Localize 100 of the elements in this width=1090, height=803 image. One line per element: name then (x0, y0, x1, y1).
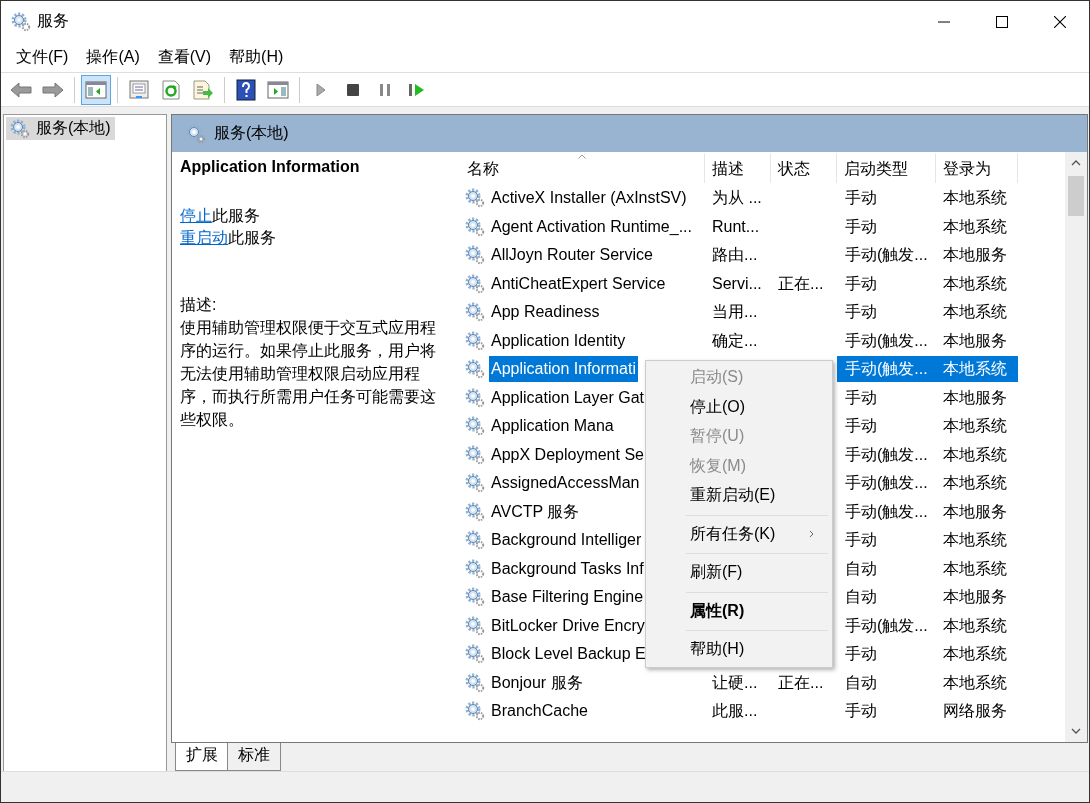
menu-item[interactable]: 帮助(H) (646, 635, 832, 665)
gear-icon (10, 118, 30, 139)
menu-item[interactable]: 重新启动(E) (646, 481, 832, 511)
column-header[interactable]: 名称 (460, 153, 705, 183)
tree-item[interactable]: 服务(本地) (6, 117, 115, 140)
scroll-up-icon[interactable] (1071, 160, 1081, 166)
table-cell-text: 正在... (778, 273, 824, 294)
scroll-down-icon[interactable] (1071, 728, 1081, 734)
sheet-icon (128, 79, 150, 100)
column-header[interactable]: 启动类型 (837, 153, 936, 183)
gear-icon (465, 587, 485, 608)
table-cell[interactable]: App Readiness (489, 299, 602, 326)
table-cell-text: 手动(触发... (844, 444, 929, 465)
resume-icon (408, 81, 426, 98)
refresh-icon (160, 79, 182, 100)
table-cell: 本地系统 (936, 356, 1018, 383)
table-cell[interactable]: Bonjour 服务 (489, 669, 585, 696)
table-cell[interactable]: ActiveX Installer (AxInstSV) (489, 185, 689, 212)
table-cell[interactable]: AVCTP 服务 (489, 498, 582, 525)
column-header[interactable]: 描述 (705, 153, 771, 183)
tab[interactable]: 扩展 (175, 743, 229, 771)
description-text: 使用辅助管理权限便于交互式应用程序的运行。如果停止此服务，用户将无法使用辅助管理权限启动应用程序，而执行所需用户任务可能需要这些权限。 (180, 318, 437, 430)
action-link[interactable]: 重启动 (180, 229, 228, 246)
gear-icon (186, 123, 206, 144)
table-cell[interactable]: Application Layer Gat (489, 384, 646, 411)
gear-icon (465, 387, 485, 408)
scrollbar[interactable] (1065, 152, 1087, 742)
table-cell[interactable]: Application Identity (489, 327, 628, 354)
gear-icon (465, 273, 485, 294)
table-cell-text: 手动 (844, 416, 878, 437)
table-cell-text: 手动 (844, 701, 878, 722)
table-cell[interactable]: Agent Activation Runtime_... (489, 213, 694, 240)
table-cell[interactable]: Background Intelliger (489, 527, 644, 554)
gear-icon (465, 558, 485, 579)
table-cell-text: 自动 (844, 558, 878, 579)
table-cell-text: 手动 (844, 530, 878, 551)
table-cell[interactable]: BranchCache (489, 698, 590, 725)
action-text: 停止此服务 (180, 206, 260, 226)
table-cell-text: 本地系统 (942, 473, 1008, 494)
gear-icon (465, 245, 485, 266)
right-arrow-icon (42, 80, 64, 99)
menu-item[interactable]: 属性(R) (646, 596, 832, 626)
table-cell[interactable]: Application Informati (489, 356, 638, 383)
gear-icon (465, 701, 485, 722)
maximize-icon[interactable] (996, 15, 1008, 28)
menu-item[interactable]: 所有任务(K) (646, 519, 832, 549)
close-icon[interactable] (1054, 15, 1066, 28)
table-cell-text: 本地系统 (942, 530, 1008, 551)
column-header[interactable]: 登录为 (936, 153, 1018, 183)
menu-item[interactable]: 文件(F) (7, 46, 78, 68)
menu-item[interactable]: 查看(V) (148, 46, 221, 68)
menu-item[interactable]: 停止(O) (646, 392, 832, 422)
table-cell-text: 本地服务 (942, 501, 1008, 522)
table-cell-text: 自动 (844, 672, 878, 693)
table-cell-text: 手动 (844, 188, 878, 209)
table-cell[interactable]: Background Tasks Inf (489, 555, 646, 582)
table-cell-text: 本地系统 (942, 672, 1008, 693)
table-cell-text: 路由... (712, 245, 758, 266)
table-cell[interactable]: Application Mana (489, 413, 616, 440)
action-link[interactable]: 停止 (180, 207, 212, 224)
console-tree-button[interactable] (81, 74, 111, 105)
pane-icon (85, 79, 107, 100)
table-cell-text: 本地服务 (942, 245, 1008, 266)
table-cell-text: 手动 (844, 644, 878, 665)
table-cell-text: 正在... (778, 672, 824, 693)
table-cell[interactable]: Base Filtering Engine (489, 584, 646, 611)
table-cell-text: 本地系统 (942, 188, 1008, 209)
gear-icon (465, 216, 485, 237)
table-cell[interactable]: BitLocker Drive Encry (489, 612, 647, 639)
table-cell[interactable]: AllJoyn Router Service (489, 242, 655, 269)
table-cell[interactable]: AppX Deployment Se (489, 441, 646, 468)
gear-icon (465, 501, 485, 522)
table-cell-text: 手动 (844, 216, 878, 237)
gear-icon (465, 644, 485, 665)
table-cell-text: 手动 (844, 273, 878, 294)
table-cell: 手动(触发... (837, 356, 936, 383)
menu-item[interactable]: 操作(A) (77, 46, 149, 68)
table-cell-text: Servi... (712, 273, 762, 294)
table-cell-text: 当用... (712, 302, 758, 323)
gear-icon (465, 330, 485, 351)
action-text: 重启动此服务 (180, 228, 276, 248)
table-cell[interactable]: AssignedAccessMan (489, 470, 642, 497)
help-icon (236, 78, 256, 101)
menu-item[interactable]: 帮助(H) (220, 46, 293, 68)
table-cell-text: 本地系统 (942, 644, 1008, 665)
table-cell[interactable]: AntiCheatExpert Service (489, 270, 668, 297)
tab[interactable]: 标准 (227, 743, 281, 771)
scroll-thumb[interactable] (1068, 176, 1084, 216)
table-cell[interactable]: Block Level Backup E (489, 641, 648, 668)
gear-icon (465, 672, 485, 693)
sort-icon (578, 154, 586, 159)
table-cell-text: 手动(触发... (844, 245, 929, 266)
column-header[interactable]: 状态 (771, 153, 837, 183)
menu-item[interactable]: 刷新(F) (646, 558, 832, 588)
table-cell-text: 让硬... (712, 672, 758, 693)
table-cell-text: 本地系统 (942, 444, 1008, 465)
chevron-icon (809, 530, 814, 539)
table-cell-text: 本地服务 (942, 587, 1008, 608)
gear-icon (465, 473, 485, 494)
window-title: 服务 (37, 11, 69, 31)
